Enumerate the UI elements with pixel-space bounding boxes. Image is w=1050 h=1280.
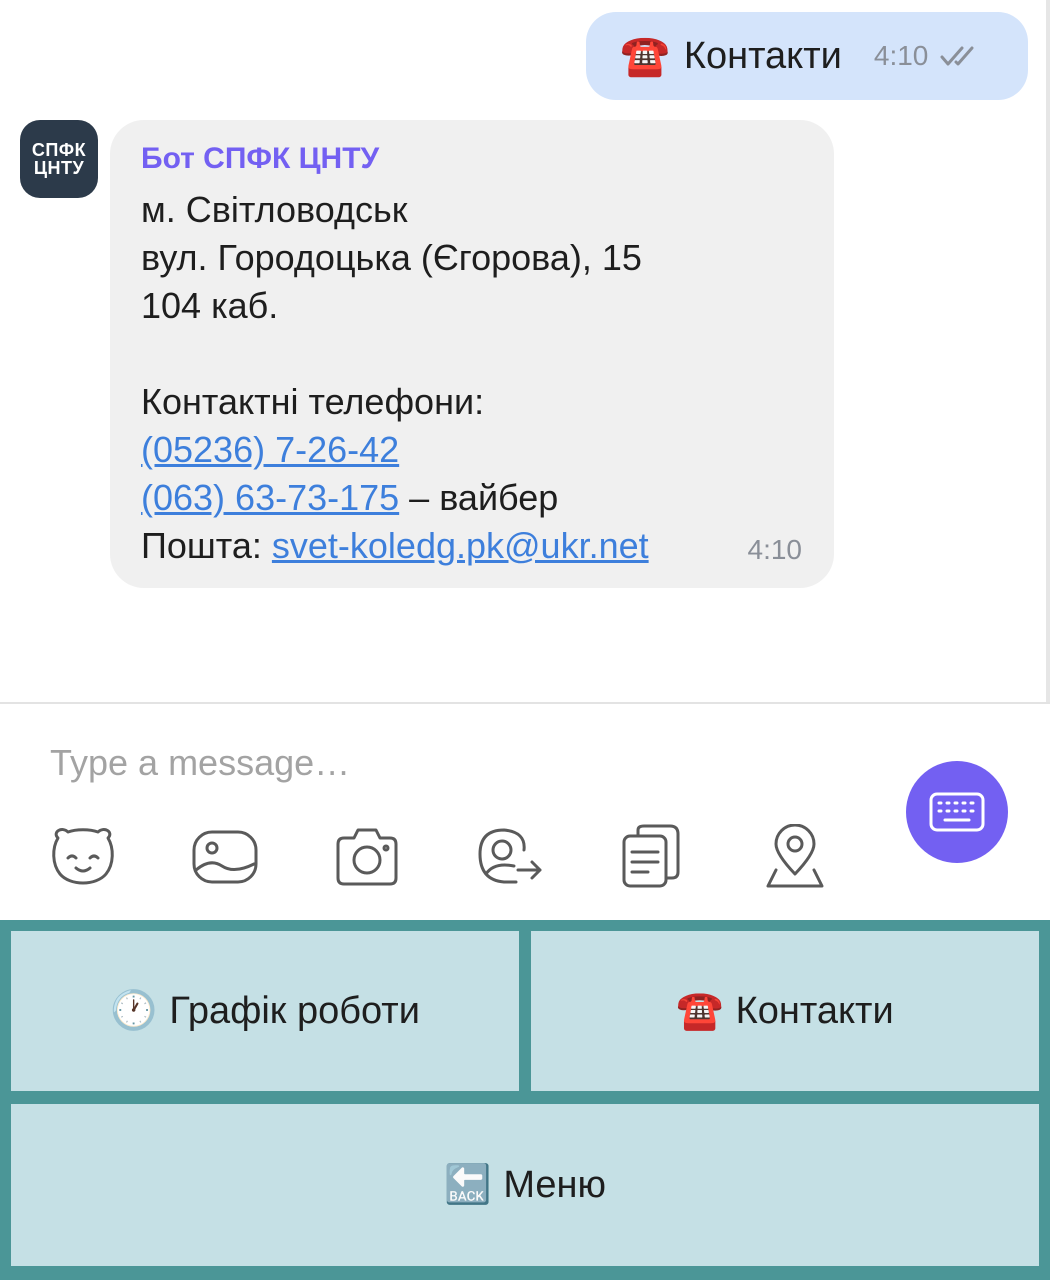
scrollbar[interactable]	[1046, 0, 1050, 702]
double-check-icon	[940, 46, 974, 66]
avatar-text-line1: СПФК	[31, 140, 87, 160]
sender-name[interactable]: Бот СПФК ЦНТУ	[141, 142, 804, 182]
share-contact-icon[interactable]	[474, 824, 544, 890]
contacts-button-label: Контакти	[735, 989, 894, 1032]
schedule-button-label: Графік роботи	[169, 989, 420, 1032]
incoming-message[interactable]: Бот СПФК ЦНТУ м. Світловодськ вул. Город…	[110, 120, 834, 588]
back-arrow-icon: 🔙	[443, 1164, 492, 1206]
message-body: м. Світловодськ вул. Городоцька (Єгорова…	[141, 186, 804, 570]
incoming-message-time: 4:10	[747, 534, 803, 565]
email-link[interactable]: svet-koledg.pk@ukr.net	[272, 525, 649, 566]
outgoing-message-text: Контакти	[683, 34, 842, 77]
menu-button[interactable]: 🔙 Меню	[11, 1104, 1039, 1266]
phone-link-1[interactable]: (05236) 7-26-42	[141, 429, 399, 470]
message-composer: Type a message…	[0, 702, 1050, 922]
telephone-emoji-icon: ☎️	[620, 34, 670, 78]
address-room: 104 каб.	[141, 285, 279, 326]
camera-icon[interactable]	[332, 824, 402, 890]
schedule-button[interactable]: 🕐 Графік роботи	[11, 931, 519, 1091]
address-street: вул. Городоцька (Єгорова), 15	[141, 237, 642, 278]
keyboard-icon	[929, 792, 985, 832]
menu-button-label: Меню	[503, 1163, 607, 1206]
notes-icon[interactable]	[618, 824, 688, 890]
message-input[interactable]: Type a message…	[50, 742, 350, 784]
phone-link-2[interactable]: (063) 63-73-175	[141, 477, 399, 518]
phone2-note: – вайбер	[399, 477, 559, 518]
email-label: Пошта:	[141, 525, 272, 566]
gallery-icon[interactable]	[190, 824, 260, 890]
phones-label: Контактні телефони:	[141, 381, 485, 422]
sticker-icon[interactable]	[48, 824, 118, 890]
bot-keyboard: 🕐 Графік роботи ☎️ Контакти 🔙 Меню	[0, 920, 1050, 1280]
keyboard-toggle-button[interactable]	[906, 761, 1008, 863]
clock-icon: 🕐	[110, 990, 158, 1032]
address-city: м. Світловодськ	[141, 189, 408, 230]
chat-area: ☎️ Контакти 4:10 СПФК ЦНТУ Бот СПФК ЦНТУ…	[0, 0, 1050, 702]
contacts-button[interactable]: ☎️ Контакти	[531, 931, 1039, 1091]
avatar-text-line2: ЦНТУ	[33, 158, 85, 178]
telephone-icon: ☎️	[676, 990, 724, 1032]
outgoing-message[interactable]: ☎️ Контакти 4:10	[586, 12, 1028, 100]
location-icon[interactable]	[760, 823, 830, 890]
outgoing-message-time: 4:10	[873, 40, 929, 71]
bot-avatar[interactable]: СПФК ЦНТУ	[20, 120, 98, 198]
